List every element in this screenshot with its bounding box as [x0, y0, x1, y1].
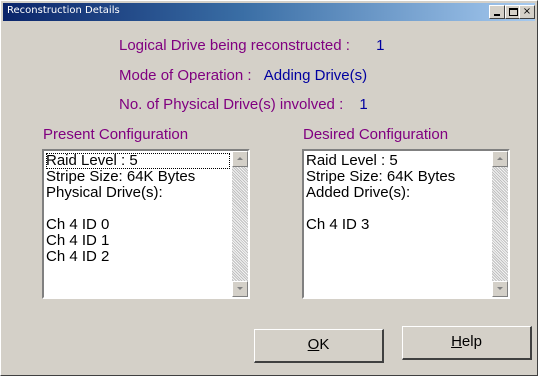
- present-config-items: Raid Level : 5 Stripe Size: 64K Bytes Ph…: [46, 153, 230, 295]
- desired-config-list[interactable]: Raid Level : 5 Stripe Size: 64K Bytes Ad…: [302, 149, 510, 299]
- reconstruction-details-window: Reconstruction Details × Logical Drive b…: [0, 0, 538, 376]
- present-config-title: Present Configuration: [43, 126, 189, 143]
- scroll-down-button[interactable]: [232, 281, 248, 297]
- scroll-up-button[interactable]: [492, 151, 508, 167]
- list-item[interactable]: Raid Level : 5: [46, 153, 230, 169]
- list-item[interactable]: Raid Level : 5: [306, 153, 490, 169]
- scroll-up-button[interactable]: [232, 151, 248, 167]
- minimize-icon: [494, 14, 500, 16]
- title-bar[interactable]: Reconstruction Details ×: [3, 3, 535, 21]
- present-scrollbar[interactable]: [232, 151, 248, 297]
- ok-button[interactable]: OK: [254, 329, 384, 363]
- arrow-down-icon: [497, 287, 503, 290]
- logical-drive-label: Logical Drive being reconstructed :: [119, 37, 350, 54]
- ok-accelerator: O: [307, 336, 320, 353]
- arrow-down-icon: [237, 287, 243, 290]
- physical-drives-label: No. of Physical Drive(s) involved :: [119, 96, 344, 113]
- arrow-up-icon: [497, 157, 503, 160]
- window-title: Reconstruction Details: [7, 5, 120, 16]
- help-accelerator: H: [451, 333, 462, 350]
- list-item[interactable]: Ch 4 ID 3: [306, 217, 490, 233]
- list-item[interactable]: Physical Drive(s):: [46, 185, 230, 201]
- list-item[interactable]: Stripe Size: 64K Bytes: [306, 169, 490, 185]
- list-item[interactable]: Ch 4 ID 1: [46, 233, 230, 249]
- list-item[interactable]: Added Drive(s):: [306, 185, 490, 201]
- minimize-button[interactable]: [489, 5, 505, 19]
- close-button[interactable]: ×: [519, 5, 535, 19]
- ok-label-rest: K: [319, 336, 330, 353]
- mode-label: Mode of Operation :: [119, 67, 252, 84]
- maximize-icon: [509, 8, 518, 16]
- physical-drives-info: No. of Physical Drive(s) involved : 1: [119, 96, 368, 113]
- close-icon: ×: [522, 6, 532, 17]
- list-item[interactable]: Stripe Size: 64K Bytes: [46, 169, 230, 185]
- list-item[interactable]: Ch 4 ID 0: [46, 217, 230, 233]
- desired-config-title: Desired Configuration: [303, 126, 449, 143]
- physical-drives-value: 1: [359, 96, 368, 113]
- scroll-down-button[interactable]: [492, 281, 508, 297]
- desired-scrollbar[interactable]: [492, 151, 508, 297]
- logical-drive-value: 1: [376, 37, 385, 54]
- mode-info: Mode of Operation : Adding Drive(s): [119, 67, 367, 84]
- list-item[interactable]: Ch 4 ID 2: [46, 249, 230, 265]
- list-item[interactable]: [46, 201, 230, 217]
- help-button[interactable]: Help: [402, 326, 532, 360]
- desired-config-items: Raid Level : 5 Stripe Size: 64K Bytes Ad…: [306, 153, 490, 295]
- list-item[interactable]: [306, 201, 490, 217]
- logical-drive-info: Logical Drive being reconstructed : 1: [119, 37, 384, 54]
- present-config-list[interactable]: Raid Level : 5 Stripe Size: 64K Bytes Ph…: [42, 149, 250, 299]
- mode-value: Adding Drive(s): [263, 67, 368, 84]
- help-label-rest: elp: [461, 333, 482, 350]
- arrow-up-icon: [237, 157, 243, 160]
